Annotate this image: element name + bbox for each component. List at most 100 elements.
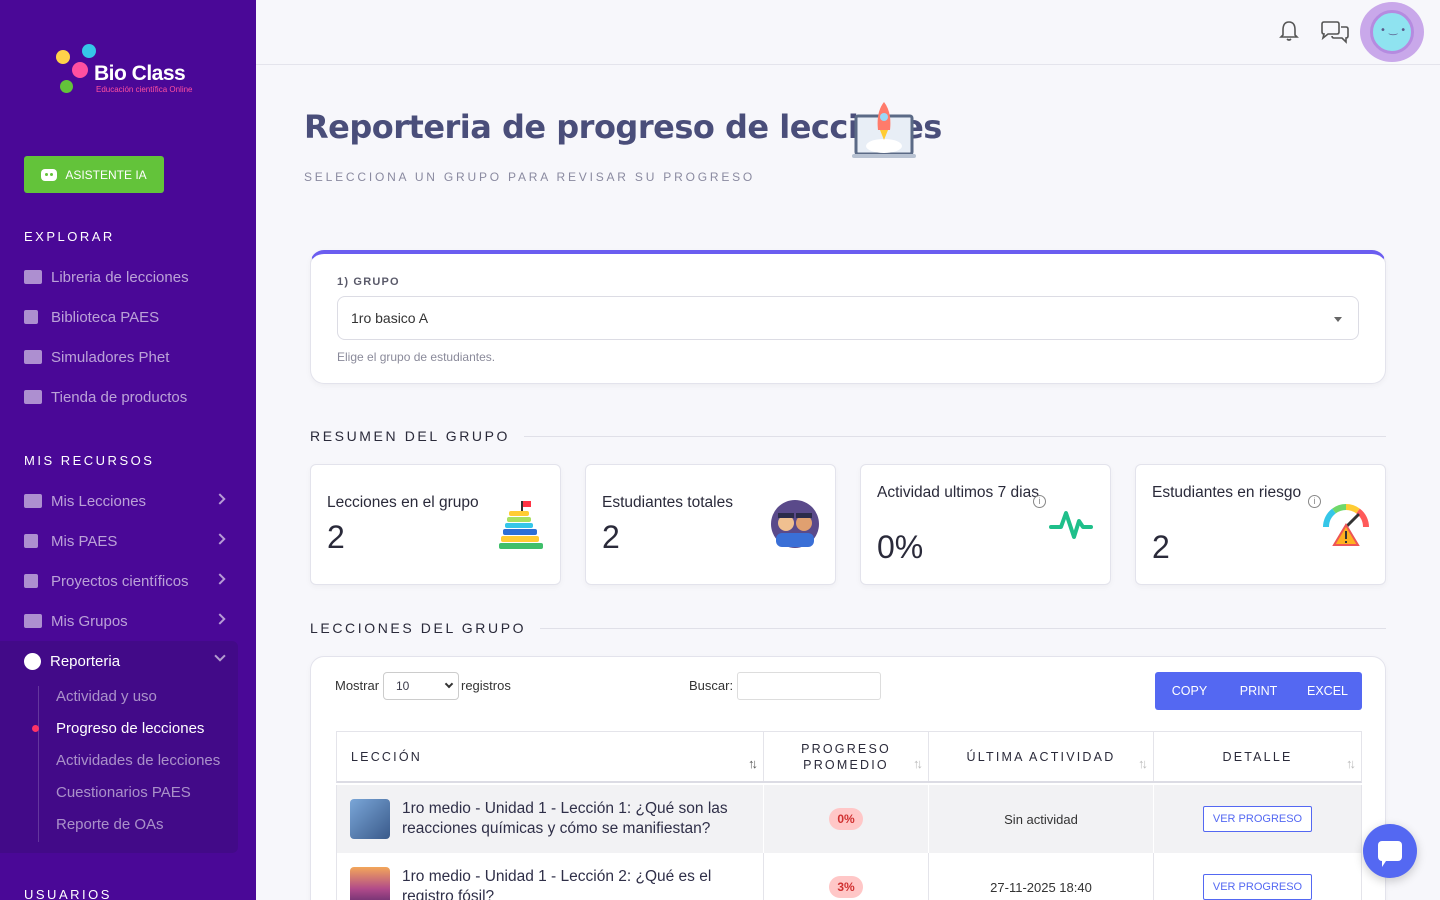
sort-icon: ↑↓ [1138, 756, 1148, 771]
sort-icon: ↑↓ [913, 756, 923, 771]
chat-widget-button[interactable] [1363, 824, 1417, 878]
nav-science-projects[interactable]: Proyectos científicos [24, 569, 234, 593]
lessons-icon [24, 494, 42, 508]
group-select[interactable]: 1ro basico A [337, 296, 1359, 340]
divider [540, 627, 1386, 629]
col-last-activity[interactable]: ÚLTIMA ACTIVIDAD ↑↓ [929, 732, 1154, 781]
chevron-right-icon [214, 533, 226, 545]
table-header: LECCIÓN ↑↓ PROGRESO PROMEDIO ↑↓ ÚLTIMA A… [336, 731, 1362, 783]
caret-down-icon [1334, 317, 1342, 322]
page-length-select[interactable]: 10 [383, 672, 459, 700]
sub-lesson-progress[interactable]: Progreso de lecciones [56, 720, 204, 737]
lesson-thumbnail [350, 867, 390, 900]
col-label: LECCIÓN [351, 749, 422, 764]
excel-button[interactable]: EXCEL [1293, 672, 1362, 710]
group-help-text: Elige el grupo de estudiantes. [337, 350, 496, 364]
cart-icon [24, 390, 42, 404]
chat-icon[interactable] [1319, 20, 1351, 44]
chevron-right-icon [214, 613, 226, 625]
lessons-table-card: Mostrar 10 registros Buscar: COPY PRINT … [310, 656, 1386, 900]
nav-paes-library[interactable]: Biblioteca PAES [24, 305, 234, 329]
stat-card-at-risk: Estudiantes en riesgo i 2 [1135, 464, 1386, 585]
users-icon [24, 614, 42, 628]
cell-progress: 0% [764, 785, 929, 853]
export-button-group: COPY PRINT EXCEL [1155, 672, 1362, 710]
search-input[interactable] [737, 672, 881, 700]
stat-card-students: Estudiantes totales 2 [585, 464, 836, 585]
summary-title-text: RESUMEN DEL GRUPO [310, 428, 511, 444]
table-row[interactable]: 1ro medio - Unidad 1 - Lección 1: ¿Qué s… [336, 785, 1362, 853]
sub-oa-report[interactable]: Reporte de OAs [56, 816, 164, 833]
col-progress[interactable]: PROGRESO PROMEDIO ↑↓ [764, 732, 929, 781]
info-icon[interactable]: i [1308, 495, 1321, 508]
print-button[interactable]: PRINT [1224, 672, 1293, 710]
view-progress-button[interactable]: VER PROGRESO [1202, 806, 1313, 832]
chat-bubble-icon [1378, 841, 1402, 867]
stat-value: 2 [602, 519, 620, 555]
lesson-title[interactable]: 1ro medio - Unidad 1 - Lección 1: ¿Qué s… [402, 799, 742, 839]
sub-activity-usage[interactable]: Actividad y uso [56, 688, 157, 705]
pie-chart-icon [24, 652, 41, 670]
clipboard-icon [24, 534, 38, 548]
bioclass-logo[interactable]: Bio Class Educación científica Online [54, 44, 214, 100]
page-subtitle: SELECCIONA UN GRUPO PARA REVISAR SU PROG… [304, 170, 756, 184]
lesson-title[interactable]: 1ro medio - Unidad 1 - Lección 2: ¿Qué e… [402, 867, 742, 900]
nav-my-groups[interactable]: Mis Grupos [24, 609, 234, 633]
bell-icon[interactable] [1279, 20, 1299, 42]
col-detail[interactable]: DETALLE ↑↓ [1154, 732, 1361, 781]
nav-reporting[interactable]: Reporteria [24, 649, 234, 673]
search-label: Buscar: [689, 678, 734, 693]
nav-my-paes[interactable]: Mis PAES [24, 529, 234, 553]
nav-label: Libreria de lecciones [51, 268, 189, 286]
info-icon[interactable]: i [1033, 495, 1046, 508]
user-avatar[interactable] [1360, 2, 1424, 62]
summary-section-title: RESUMEN DEL GRUPO [310, 428, 1386, 444]
clipboard-icon [24, 310, 38, 324]
active-dot-icon [32, 725, 39, 732]
nav-label: Proyectos científicos [51, 572, 189, 590]
col-lesson[interactable]: LECCIÓN ↑↓ [337, 732, 764, 781]
cell-detail: VER PROGRESO [1154, 785, 1361, 853]
table-row[interactable]: 1ro medio - Unidad 1 - Lección 2: ¿Qué e… [336, 853, 1362, 900]
page-length-value: 10 [396, 679, 410, 693]
book-icon [24, 270, 42, 284]
stat-label: Estudiantes en riesgo [1152, 484, 1302, 501]
stat-value: 2 [1152, 529, 1170, 565]
nav-phet-simulators[interactable]: Simuladores Phet [24, 345, 234, 369]
nav-my-lessons[interactable]: Mis Lecciones [24, 489, 234, 513]
nav-label: Mis PAES [51, 532, 118, 550]
resources-section-title: MIS RECURSOS [24, 453, 155, 468]
stat-card-lessons: Lecciones en el grupo 2 [310, 464, 561, 585]
nav-product-store[interactable]: Tienda de productos [24, 385, 234, 409]
progress-badge: 3% [829, 876, 863, 898]
avatar-face-icon [1370, 10, 1414, 54]
users-section-title: USUARIOS [24, 887, 112, 900]
nav-label: Mis Lecciones [51, 492, 147, 510]
cell-progress: 3% [764, 853, 929, 900]
cell-last-activity: Sin actividad [929, 785, 1154, 853]
brand-tagline: Educación científica Online [96, 85, 193, 94]
divider [524, 435, 1386, 437]
brand-name: Bio Class [94, 62, 186, 85]
nav-lesson-library[interactable]: Libreria de lecciones [24, 265, 234, 289]
ai-assistant-button[interactable]: ASISTENTE IA [24, 156, 164, 193]
stat-card-activity: Actividad ultimos 7 dias i 0% [860, 464, 1111, 585]
cell-detail: VER PROGRESO [1154, 853, 1361, 900]
view-progress-button[interactable]: VER PROGRESO [1202, 874, 1313, 900]
nav-label: Mis Grupos [51, 612, 128, 630]
col-label: DETALLE [1222, 749, 1293, 764]
col-label: ÚLTIMA ACTIVIDAD [966, 749, 1116, 764]
nav-label: Tienda de productos [51, 388, 188, 406]
students-icon [771, 500, 819, 548]
lessons-title-text: LECCIONES DEL GRUPO [310, 620, 527, 636]
sub-lesson-activities[interactable]: Actividades de lecciones [56, 752, 220, 769]
copy-button[interactable]: COPY [1155, 672, 1224, 710]
robot-icon [41, 168, 58, 181]
flask-icon [24, 574, 38, 588]
group-select-card: 1) GRUPO 1ro basico A Elige el grupo de … [310, 250, 1386, 384]
progress-badge: 0% [829, 808, 863, 830]
explore-section-title: EXPLORAR [24, 229, 115, 244]
sub-paes-quizzes[interactable]: Cuestionarios PAES [56, 784, 191, 801]
monitor-icon [24, 350, 42, 364]
show-label: Mostrar [335, 678, 380, 693]
